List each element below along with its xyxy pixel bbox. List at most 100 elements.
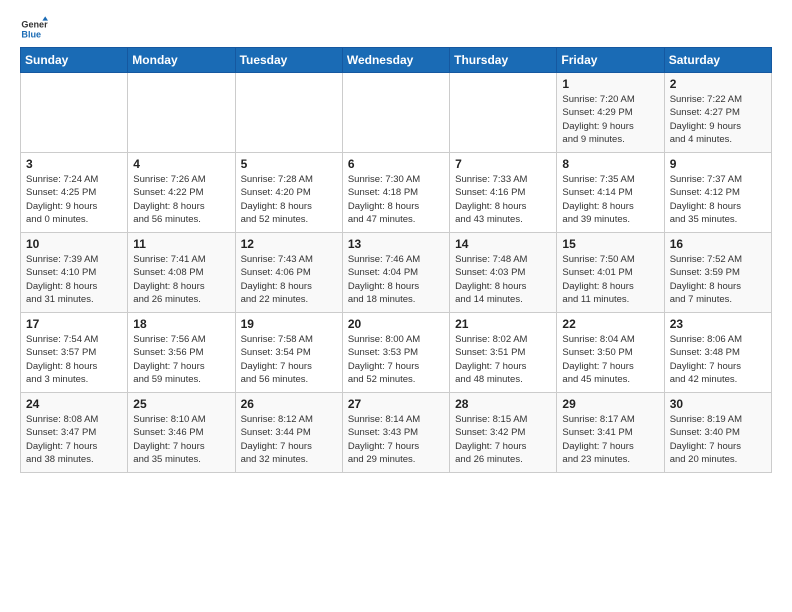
day-number: 20 — [348, 317, 444, 331]
day-number: 28 — [455, 397, 551, 411]
day-cell — [128, 73, 235, 153]
day-info: Sunrise: 7:22 AM Sunset: 4:27 PM Dayligh… — [670, 93, 766, 146]
day-number: 12 — [241, 237, 337, 251]
day-number: 29 — [562, 397, 658, 411]
day-number: 1 — [562, 77, 658, 91]
day-cell: 6 Sunrise: 7:30 AM Sunset: 4:18 PM Daylig… — [342, 153, 449, 233]
day-number: 8 — [562, 157, 658, 171]
day-cell: 16 Sunrise: 7:52 AM Sunset: 3:59 PM Dayli… — [664, 233, 771, 313]
day-number: 30 — [670, 397, 766, 411]
day-cell: 28 Sunrise: 8:15 AM Sunset: 3:42 PM Dayli… — [450, 393, 557, 473]
day-number: 25 — [133, 397, 229, 411]
week-row-1: 1 Sunrise: 7:20 AM Sunset: 4:29 PM Daylig… — [21, 73, 772, 153]
day-number: 11 — [133, 237, 229, 251]
day-number: 24 — [26, 397, 122, 411]
day-cell: 1 Sunrise: 7:20 AM Sunset: 4:29 PM Daylig… — [557, 73, 664, 153]
day-cell: 13 Sunrise: 7:46 AM Sunset: 4:04 PM Dayli… — [342, 233, 449, 313]
day-cell: 15 Sunrise: 7:50 AM Sunset: 4:01 PM Dayli… — [557, 233, 664, 313]
logo-icon: General Blue — [20, 15, 48, 43]
day-number: 14 — [455, 237, 551, 251]
day-cell: 9Sunrise: 7:37 AM Sunset: 4:12 PM Daylig… — [664, 153, 771, 233]
day-number: 16 — [670, 237, 766, 251]
day-cell: 11 Sunrise: 7:41 AM Sunset: 4:08 PM Dayli… — [128, 233, 235, 313]
day-info: Sunrise: 7:58 AM Sunset: 3:54 PM Dayligh… — [241, 333, 337, 386]
day-info: Sunrise: 8:08 AM Sunset: 3:47 PM Dayligh… — [26, 413, 122, 466]
day-cell: 20 Sunrise: 8:00 AM Sunset: 3:53 PM Dayli… — [342, 313, 449, 393]
day-cell: 26 Sunrise: 8:12 AM Sunset: 3:44 PM Dayli… — [235, 393, 342, 473]
day-cell: 4Sunrise: 7:26 AM Sunset: 4:22 PM Daylig… — [128, 153, 235, 233]
day-cell: 14 Sunrise: 7:48 AM Sunset: 4:03 PM Dayli… — [450, 233, 557, 313]
header-row: SundayMondayTuesdayWednesdayThursdayFrid… — [21, 48, 772, 73]
day-cell: 10Sunrise: 7:39 AM Sunset: 4:10 PM Dayli… — [21, 233, 128, 313]
day-info: Sunrise: 7:46 AM Sunset: 4:04 PM Dayligh… — [348, 253, 444, 306]
day-info: Sunrise: 8:00 AM Sunset: 3:53 PM Dayligh… — [348, 333, 444, 386]
day-info: Sunrise: 8:06 AM Sunset: 3:48 PM Dayligh… — [670, 333, 766, 386]
day-number: 27 — [348, 397, 444, 411]
day-number: 7 — [455, 157, 551, 171]
page: General Blue SundayMondayTuesdayWednesda… — [0, 0, 792, 483]
day-cell: 19 Sunrise: 7:58 AM Sunset: 3:54 PM Dayli… — [235, 313, 342, 393]
day-info: Sunrise: 7:56 AM Sunset: 3:56 PM Dayligh… — [133, 333, 229, 386]
column-header-sunday: Sunday — [21, 48, 128, 73]
day-cell: 24 Sunrise: 8:08 AM Sunset: 3:47 PM Dayli… — [21, 393, 128, 473]
day-info: Sunrise: 7:35 AM Sunset: 4:14 PM Dayligh… — [562, 173, 658, 226]
day-info: Sunrise: 7:41 AM Sunset: 4:08 PM Dayligh… — [133, 253, 229, 306]
day-cell — [342, 73, 449, 153]
day-cell: 18 Sunrise: 7:56 AM Sunset: 3:56 PM Dayli… — [128, 313, 235, 393]
day-cell — [450, 73, 557, 153]
day-info: Sunrise: 8:14 AM Sunset: 3:43 PM Dayligh… — [348, 413, 444, 466]
column-header-friday: Friday — [557, 48, 664, 73]
day-number: 21 — [455, 317, 551, 331]
day-info: Sunrise: 8:04 AM Sunset: 3:50 PM Dayligh… — [562, 333, 658, 386]
day-info: Sunrise: 7:30 AM Sunset: 4:18 PM Dayligh… — [348, 173, 444, 226]
day-number: 18 — [133, 317, 229, 331]
day-info: Sunrise: 7:39 AM Sunset: 4:10 PM Dayligh… — [26, 253, 122, 306]
day-number: 2 — [670, 77, 766, 91]
day-cell: 17 Sunrise: 7:54 AM Sunset: 3:57 PM Dayli… — [21, 313, 128, 393]
day-number: 13 — [348, 237, 444, 251]
day-info: Sunrise: 8:02 AM Sunset: 3:51 PM Dayligh… — [455, 333, 551, 386]
week-row-4: 17 Sunrise: 7:54 AM Sunset: 3:57 PM Dayli… — [21, 313, 772, 393]
day-cell: 25 Sunrise: 8:10 AM Sunset: 3:46 PM Dayli… — [128, 393, 235, 473]
week-row-5: 24 Sunrise: 8:08 AM Sunset: 3:47 PM Dayli… — [21, 393, 772, 473]
day-number: 19 — [241, 317, 337, 331]
day-number: 15 — [562, 237, 658, 251]
column-header-monday: Monday — [128, 48, 235, 73]
column-header-tuesday: Tuesday — [235, 48, 342, 73]
day-info: Sunrise: 7:37 AM Sunset: 4:12 PM Dayligh… — [670, 173, 766, 226]
day-info: Sunrise: 7:24 AM Sunset: 4:25 PM Dayligh… — [26, 173, 122, 226]
day-cell — [21, 73, 128, 153]
day-number: 17 — [26, 317, 122, 331]
logo: General Blue — [20, 15, 52, 43]
day-info: Sunrise: 7:50 AM Sunset: 4:01 PM Dayligh… — [562, 253, 658, 306]
day-info: Sunrise: 7:43 AM Sunset: 4:06 PM Dayligh… — [241, 253, 337, 306]
day-info: Sunrise: 7:33 AM Sunset: 4:16 PM Dayligh… — [455, 173, 551, 226]
day-number: 22 — [562, 317, 658, 331]
day-cell: 22 Sunrise: 8:04 AM Sunset: 3:50 PM Dayli… — [557, 313, 664, 393]
column-header-wednesday: Wednesday — [342, 48, 449, 73]
week-row-2: 3 Sunrise: 7:24 AM Sunset: 4:25 PM Daylig… — [21, 153, 772, 233]
svg-text:Blue: Blue — [21, 29, 41, 39]
day-number: 23 — [670, 317, 766, 331]
day-number: 3 — [26, 157, 122, 171]
day-number: 26 — [241, 397, 337, 411]
day-number: 4 — [133, 157, 229, 171]
day-info: Sunrise: 7:28 AM Sunset: 4:20 PM Dayligh… — [241, 173, 337, 226]
week-row-3: 10Sunrise: 7:39 AM Sunset: 4:10 PM Dayli… — [21, 233, 772, 313]
day-info: Sunrise: 7:48 AM Sunset: 4:03 PM Dayligh… — [455, 253, 551, 306]
day-cell: 7 Sunrise: 7:33 AM Sunset: 4:16 PM Daylig… — [450, 153, 557, 233]
day-number: 6 — [348, 157, 444, 171]
day-cell: 12 Sunrise: 7:43 AM Sunset: 4:06 PM Dayli… — [235, 233, 342, 313]
day-info: Sunrise: 7:52 AM Sunset: 3:59 PM Dayligh… — [670, 253, 766, 306]
day-info: Sunrise: 8:15 AM Sunset: 3:42 PM Dayligh… — [455, 413, 551, 466]
svg-text:General: General — [21, 20, 48, 30]
day-info: Sunrise: 7:54 AM Sunset: 3:57 PM Dayligh… — [26, 333, 122, 386]
day-info: Sunrise: 7:20 AM Sunset: 4:29 PM Dayligh… — [562, 93, 658, 146]
column-header-thursday: Thursday — [450, 48, 557, 73]
day-cell: 30Sunrise: 8:19 AM Sunset: 3:40 PM Dayli… — [664, 393, 771, 473]
day-cell: 5Sunrise: 7:28 AM Sunset: 4:20 PM Daylig… — [235, 153, 342, 233]
day-info: Sunrise: 8:10 AM Sunset: 3:46 PM Dayligh… — [133, 413, 229, 466]
day-cell: 8 Sunrise: 7:35 AM Sunset: 4:14 PM Daylig… — [557, 153, 664, 233]
header: General Blue — [20, 15, 772, 43]
day-info: Sunrise: 8:12 AM Sunset: 3:44 PM Dayligh… — [241, 413, 337, 466]
